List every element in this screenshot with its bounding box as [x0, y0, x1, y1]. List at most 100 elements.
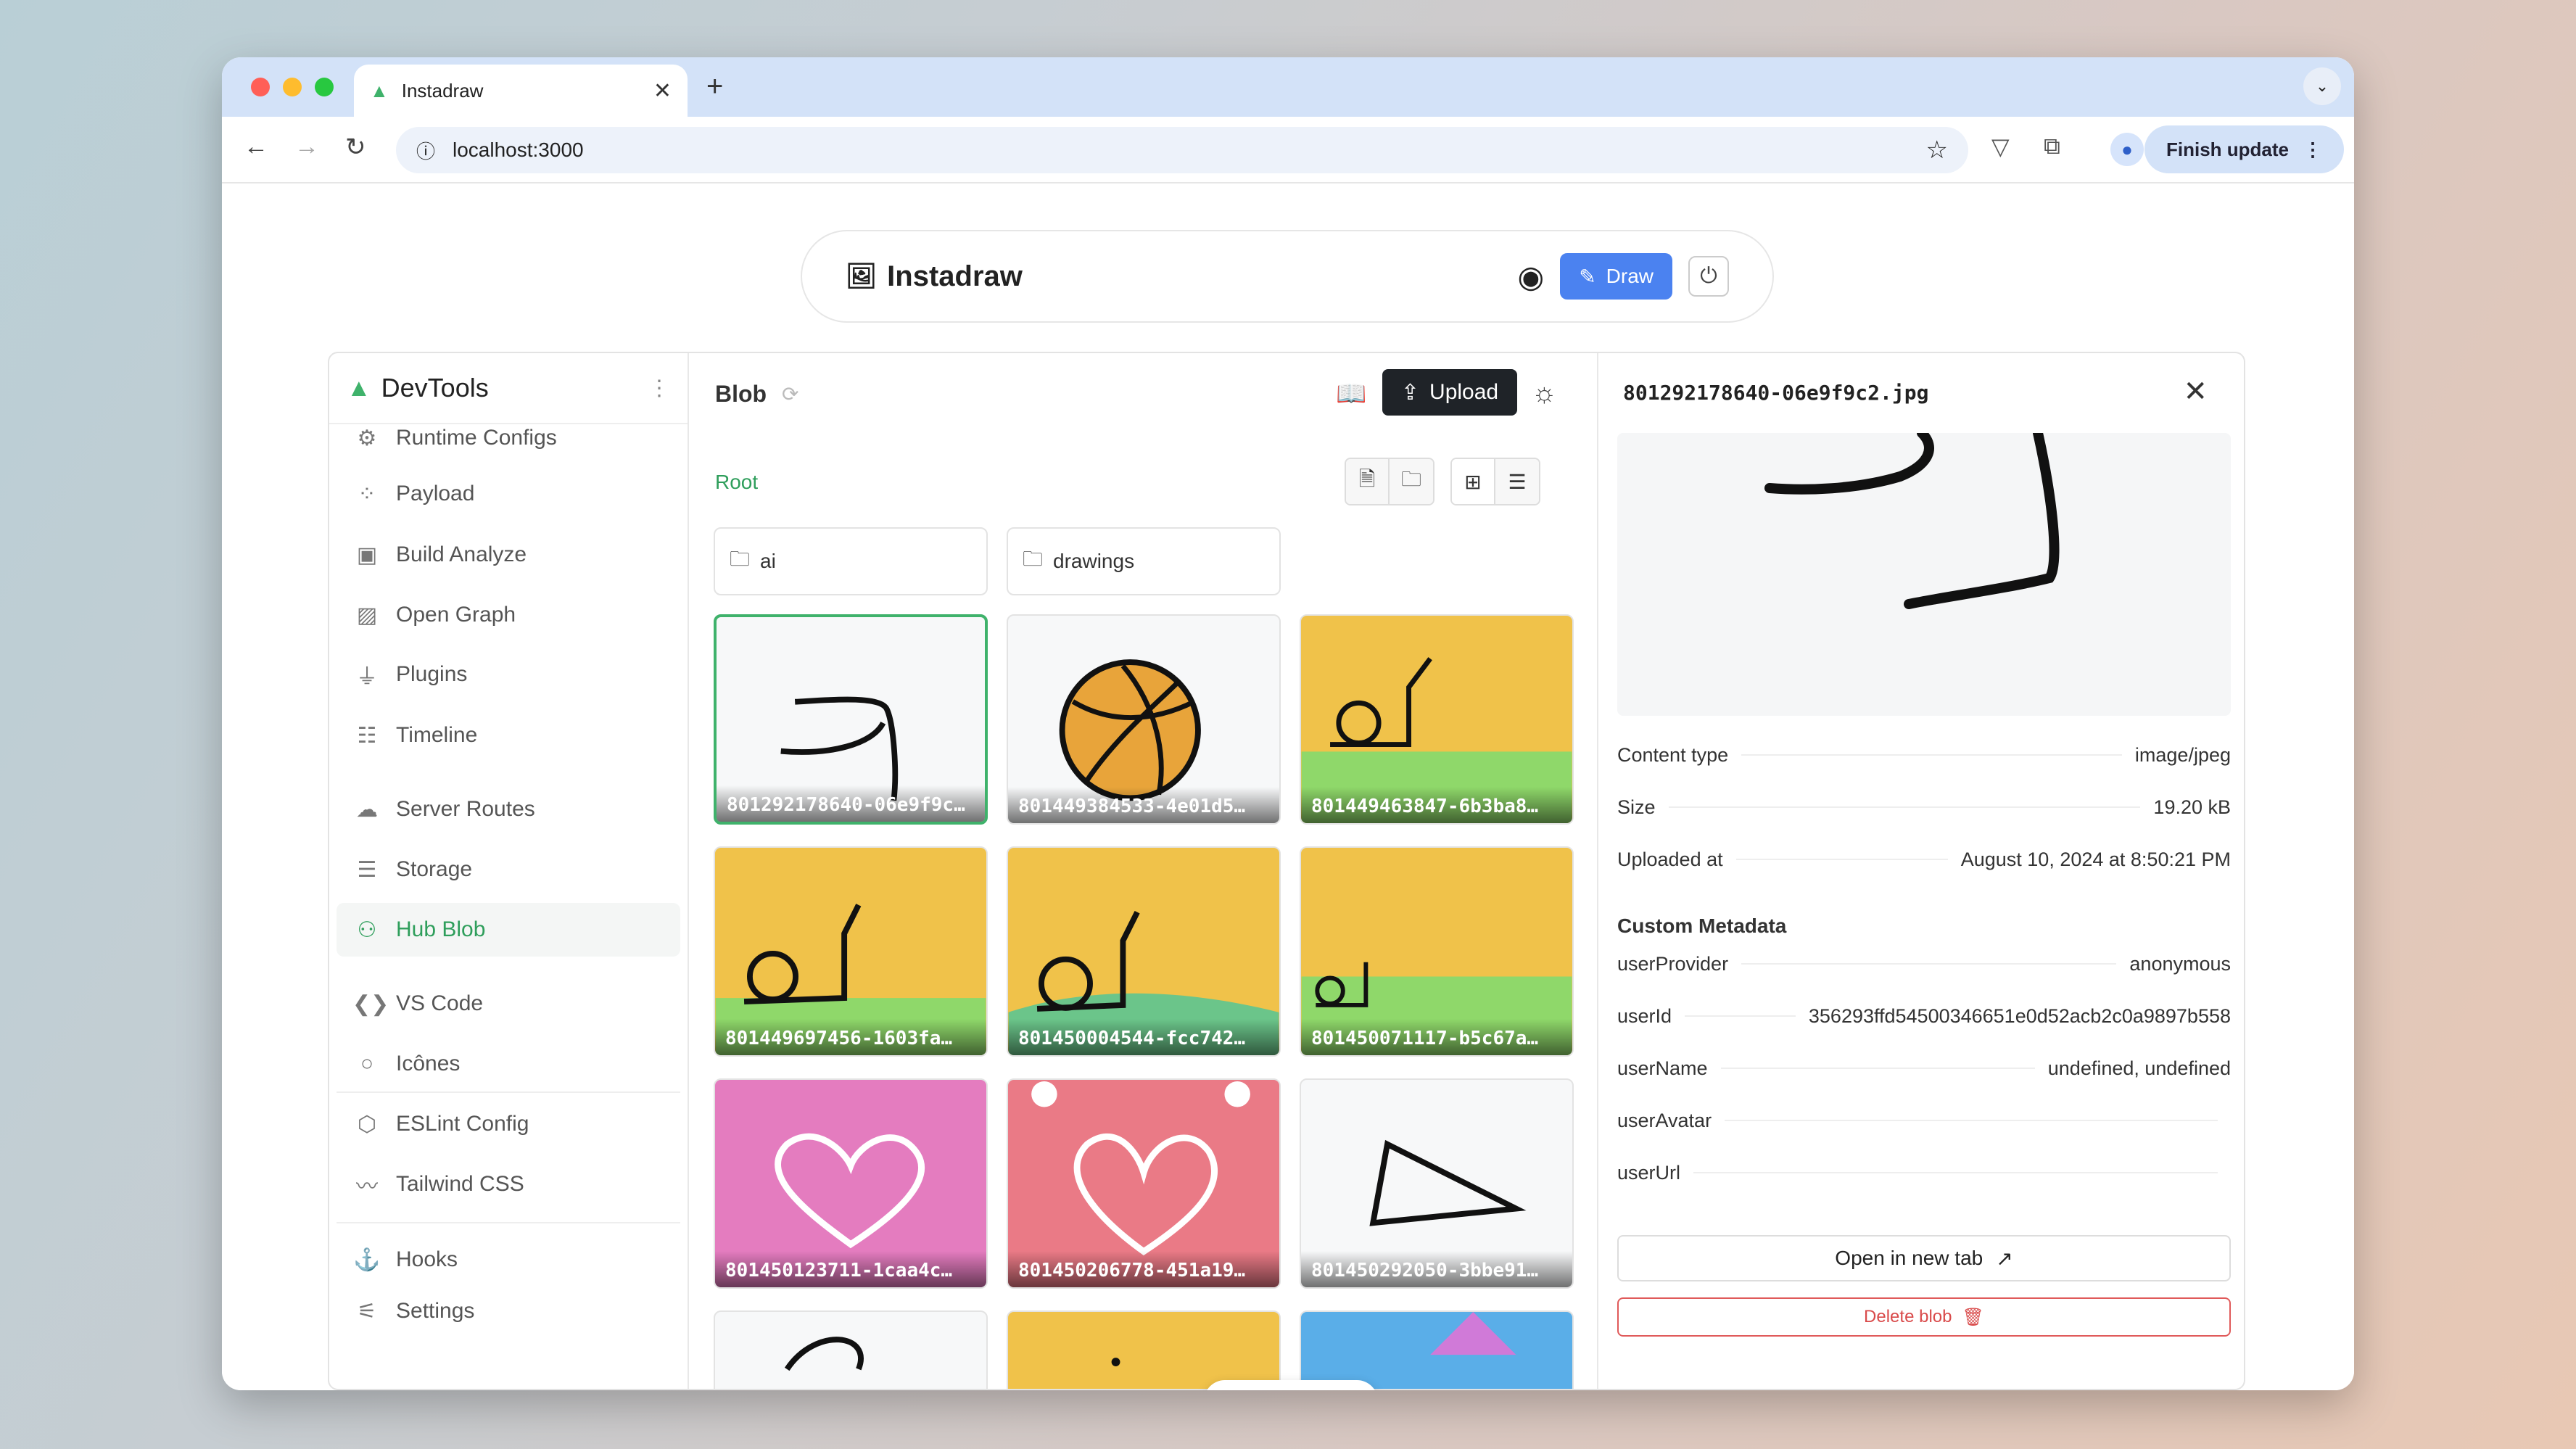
image-icon: ▨: [356, 603, 378, 627]
sidebar-item-ic-nes[interactable]: ○ Icônes: [337, 1037, 680, 1091]
site-info-icon[interactable]: ⓘ: [416, 137, 435, 164]
github-icon[interactable]: ◉: [1518, 259, 1545, 294]
tile-filename: 801450123711-1caa4c…: [715, 1251, 986, 1287]
sidebar-item-open-graph[interactable]: ▨ Open Graph: [337, 588, 680, 642]
extensions-icon[interactable]: ⧉: [2044, 133, 2060, 160]
docs-book-icon[interactable]: 📖: [1336, 379, 1366, 408]
sidebar-item-label: Plugins: [396, 662, 468, 686]
blob-image-tile[interactable]: 801450206778-451a19…: [1007, 1078, 1281, 1289]
open-in-new-tab-button[interactable]: Open in new tab ↗: [1617, 1235, 2231, 1281]
sidebar-item-server-routes[interactable]: ☁ Server Routes: [337, 783, 680, 836]
metadata-key: userName: [1617, 1057, 1708, 1079]
sidebar-item-label: ESLint Config: [396, 1112, 529, 1136]
blob-image-tile[interactable]: 801292178640-06e9f9c2.jpg: [714, 614, 988, 825]
sidebar-item-tailwind-css[interactable]: 〰 Tailwind CSS: [337, 1157, 680, 1211]
blob-image-tile[interactable]: 801450292050-3bbe91…: [1300, 1078, 1574, 1289]
root-breadcrumb[interactable]: Root: [715, 471, 758, 494]
blob-image-tile[interactable]: 801450004544-fcc742…: [1007, 846, 1281, 1057]
forward-icon[interactable]: →: [294, 133, 319, 161]
draw-button[interactable]: ✎ Draw: [1560, 253, 1672, 300]
new-tab-button[interactable]: +: [706, 70, 723, 103]
metadata-value: undefined, undefined: [2047, 1057, 2231, 1079]
content-type-label: Content type: [1617, 743, 1729, 766]
image-preview: [1617, 433, 2231, 716]
sidebar-item-eslint-config[interactable]: ⬡ ESLint Config: [337, 1097, 680, 1151]
sidebar-item-payload[interactable]: ⁘ Payload: [337, 467, 680, 521]
grid-view-icon[interactable]: ⊞: [1452, 459, 1495, 504]
blob-thumbnail: [1430, 1312, 1516, 1355]
finish-update-button[interactable]: Finish update ⋮: [2144, 125, 2344, 173]
blob-image-tile[interactable]: 801449697456-1603fa…: [714, 846, 988, 1057]
profile-avatar-icon[interactable]: ●: [2110, 133, 2144, 166]
blob-browser: Blob ⟳ 📖 ⇪ Upload ☼ Root 🗎 🗀 ⊞ ☰ 🗀 ai 🗀 …: [690, 353, 1595, 1389]
gear-icon: ⚙: [357, 426, 377, 450]
address-bar[interactable]: ⓘ localhost:3000 ☆: [396, 127, 1968, 173]
sidebar-item-label: Hub Blob: [396, 917, 486, 941]
tab-title: Instadraw: [401, 79, 484, 102]
trash-icon: 🗑: [1962, 1307, 1984, 1327]
new-folder-icon[interactable]: 🗀: [1390, 459, 1433, 504]
browser-tab[interactable]: ▲ Instadraw ✕: [354, 65, 688, 117]
close-window-button[interactable]: [251, 78, 270, 96]
hooks-icon: ⚓: [353, 1247, 381, 1272]
tab-search-icon[interactable]: ⌄: [2303, 67, 2341, 105]
upload-button[interactable]: ⇪ Upload: [1382, 369, 1517, 416]
blob-thumbnail: [1111, 1358, 1120, 1366]
power-icon: ⏻: [1700, 264, 1717, 288]
folder-icon: 🗀: [730, 548, 751, 570]
app-title: Instadraw: [887, 260, 1023, 292]
detail-filename: 801292178640-06e9f9c2.jpg: [1623, 381, 1929, 405]
metadata-row: userUrl: [1617, 1158, 2231, 1187]
blob-image-tile-partial[interactable]: [1300, 1310, 1574, 1389]
blob-image-tile[interactable]: 801449384533-4e01d5…: [1007, 614, 1281, 825]
sidebar-item-label: Tailwind CSS: [396, 1172, 524, 1196]
back-icon[interactable]: ←: [244, 133, 268, 161]
sidebar-item-settings[interactable]: ⚟ Settings: [337, 1284, 680, 1338]
sidebar-item-hooks[interactable]: ⚓ Hooks: [337, 1233, 680, 1287]
blob-image-tile-partial[interactable]: [714, 1310, 988, 1389]
folder-icon: 🗀: [1023, 548, 1044, 570]
sidebar-item-plugins[interactable]: ⏚ Plugins: [337, 648, 680, 701]
sidebar-item-build-analyze[interactable]: ▣ Build Analyze: [337, 528, 680, 582]
uploaded-label: Uploaded at: [1617, 848, 1723, 870]
power-button[interactable]: ⏻: [1688, 256, 1729, 297]
devtools-panel: ▲ DevTools ⋮ ⚙ Runtime Configs ⁘ Payload ▣ Bu…: [328, 352, 2245, 1390]
close-tab-icon[interactable]: ✕: [653, 78, 672, 104]
cloud-icon: ☁: [356, 797, 378, 822]
sidebar-item-runtime-configs[interactable]: ⚙ Runtime Configs: [337, 411, 680, 465]
refresh-icon[interactable]: ⟳: [782, 382, 798, 406]
blob-image-tile-partial[interactable]: [1007, 1310, 1281, 1389]
size-label: Size: [1617, 796, 1656, 818]
tile-filename: 801449384533-4e01d5…: [1008, 787, 1279, 823]
shapes-icon: ⚇: [357, 917, 377, 942]
new-file-icon[interactable]: 🗎: [1346, 459, 1390, 504]
tile-filename: 801450071117-b5c67a…: [1301, 1019, 1572, 1055]
sidebar-item-label: Open Graph: [396, 603, 516, 627]
browser-toolbar: ← → ↻ ⓘ localhost:3000 ☆ ▽ ⧉ ● Finish up…: [222, 117, 2354, 183]
more-options-icon[interactable]: ⋮: [648, 376, 670, 401]
reload-icon[interactable]: ↻: [345, 133, 366, 162]
size-row: Size 19.20 kB: [1617, 793, 2231, 822]
blob-title: Blob: [715, 381, 767, 407]
sidebar-item-label: Server Routes: [396, 797, 535, 821]
sidebar-item-timeline[interactable]: ☷ Timeline: [337, 709, 680, 762]
sidebar-item-hub-blob[interactable]: ⚇ Hub Blob: [337, 903, 680, 957]
folder-item[interactable]: 🗀 ai: [714, 527, 988, 595]
minimize-window-button[interactable]: [283, 78, 302, 96]
sidebar-divider: [337, 1091, 680, 1093]
blob-image-tile[interactable]: 801450071117-b5c67a…: [1300, 846, 1574, 1057]
nuxt-devtools-pill[interactable]: ▲ 38 ms ⌖: [1204, 1380, 1378, 1390]
list-view-icon[interactable]: ☰: [1495, 459, 1539, 504]
vuejs-devtools-icon[interactable]: ▽: [1991, 133, 2010, 160]
close-detail-icon[interactable]: ✕: [2183, 375, 2208, 408]
bookmark-star-icon[interactable]: ☆: [1926, 136, 1948, 165]
blob-image-tile[interactable]: 801450123711-1caa4c…: [714, 1078, 988, 1289]
delete-blob-button[interactable]: Delete blob 🗑: [1617, 1297, 2231, 1337]
blob-image-tile[interactable]: 801449463847-6b3ba8…: [1300, 614, 1574, 825]
theme-toggle-icon[interactable]: ☼: [1532, 378, 1557, 409]
zoom-window-button[interactable]: [315, 78, 334, 96]
sidebar-item-vs-code[interactable]: ❮❯ VS Code: [337, 977, 680, 1031]
folder-item[interactable]: 🗀 drawings: [1007, 527, 1281, 595]
sidebar-item-label: Timeline: [396, 723, 478, 747]
sidebar-item-storage[interactable]: ☰ Storage: [337, 843, 680, 896]
